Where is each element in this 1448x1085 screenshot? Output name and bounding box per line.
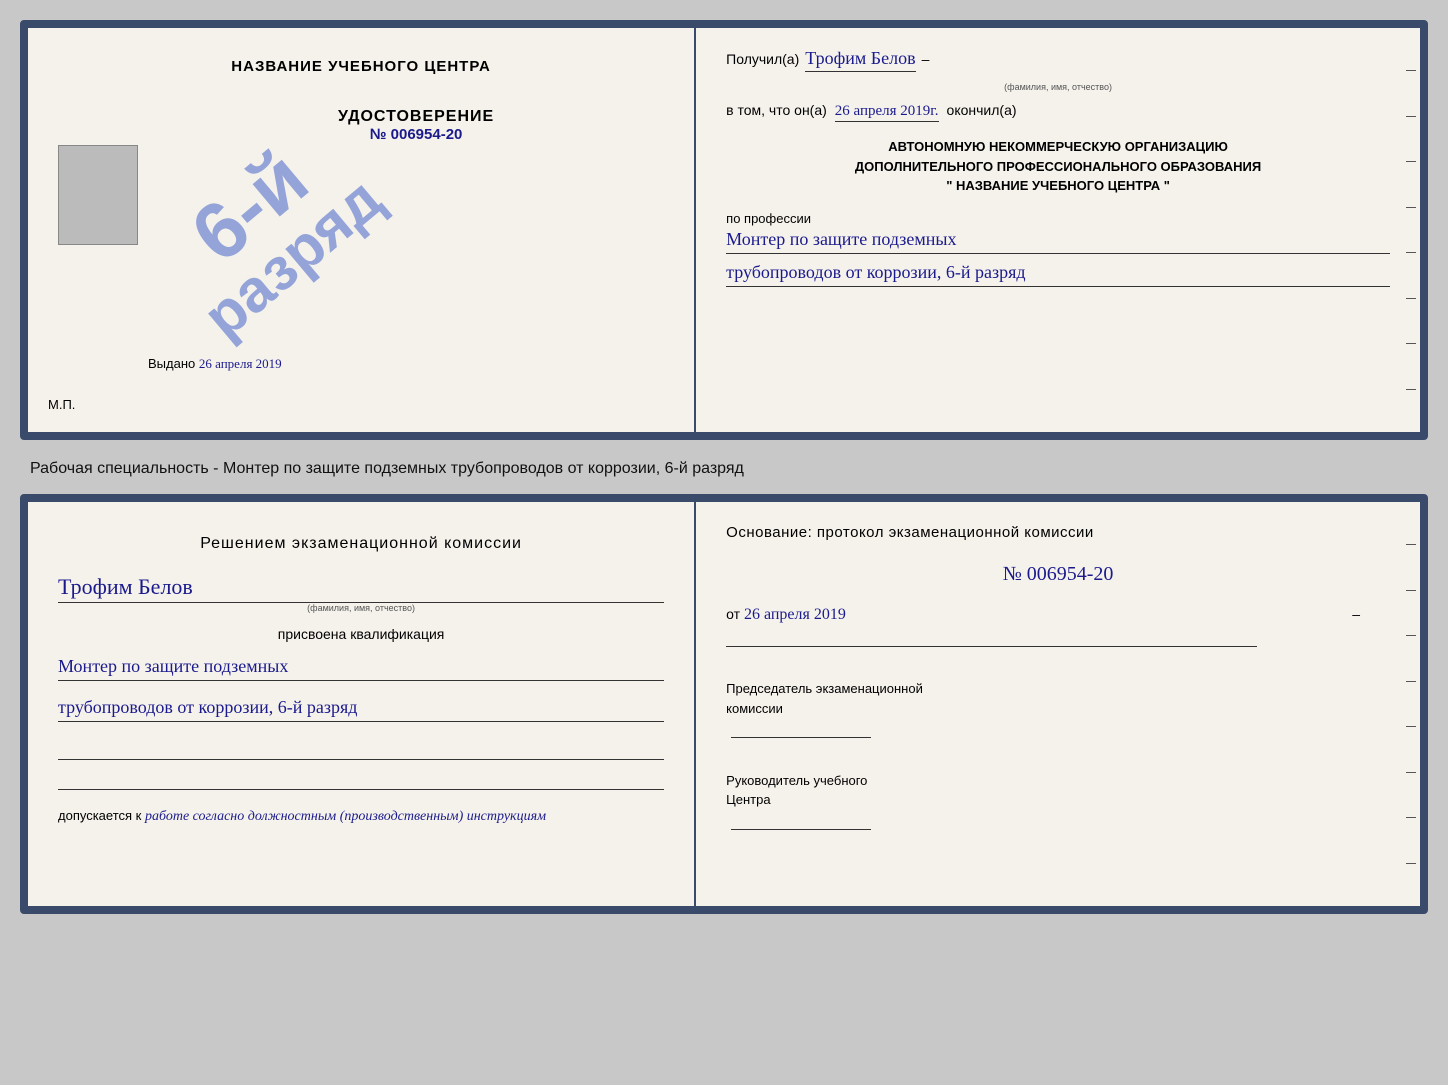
right-line bbox=[1406, 817, 1416, 818]
bottom-right-date: от 26 апреля 2019 – bbox=[726, 606, 1390, 624]
dopuskaetsya-label: допускается к bbox=[58, 808, 141, 823]
right-line bbox=[1406, 544, 1416, 545]
org-line2: ДОПОЛНИТЕЛЬНОГО ПРОФЕССИОНАЛЬНОГО ОБРАЗО… bbox=[726, 157, 1390, 177]
top-cert-right: Получил(а) Трофим Белов – (фамилия, имя,… bbox=[696, 28, 1420, 432]
right-side-lines bbox=[1402, 502, 1420, 906]
predsedatel-line2: комиссии bbox=[726, 699, 1390, 719]
recipient-caption: (фамилия, имя, отчество) bbox=[726, 82, 1390, 92]
okonchil-label: окончил(а) bbox=[947, 102, 1017, 118]
school-name-top: НАЗВАНИЕ УЧЕБНОГО ЦЕНТРА bbox=[231, 58, 491, 75]
dopusk-text: работе согласно должностным (производств… bbox=[145, 809, 546, 824]
vtom-row: в том, что он(а) 26 апреля 2019г. окончи… bbox=[726, 102, 1390, 122]
rukovoditel-line2: Центра bbox=[726, 790, 1390, 810]
ot-label: от bbox=[726, 606, 740, 622]
profession-line1: Монтер по защите подземных bbox=[726, 229, 1390, 254]
bottom-name-caption: (фамилия, имя, отчество) bbox=[58, 603, 664, 613]
profession-line2: трубопроводов от коррозии, 6-й разряд bbox=[726, 262, 1390, 287]
right-line bbox=[1406, 681, 1416, 682]
right-line bbox=[1406, 70, 1416, 71]
org-line1: АВТОНОМНУЮ НЕКОММЕРЧЕСКУЮ ОРГАНИЗАЦИЮ bbox=[726, 137, 1390, 157]
resheniyem-title: Решением экзаменационной комиссии bbox=[58, 532, 664, 556]
right-line bbox=[1406, 343, 1416, 344]
separator bbox=[726, 646, 1257, 647]
right-line bbox=[1406, 389, 1416, 390]
profession-block: по профессии Монтер по защите подземных … bbox=[726, 211, 1390, 287]
dash: – bbox=[922, 51, 930, 67]
right-line bbox=[1406, 161, 1416, 162]
bottom-cert-right: Основание: протокол экзаменационной коми… bbox=[696, 502, 1420, 906]
recipient-name: Трофим Белов bbox=[805, 48, 915, 72]
bottom-right-number: № 006954-20 bbox=[726, 563, 1390, 586]
bottom-name-block: Трофим Белов (фамилия, имя, отчество) bbox=[58, 574, 664, 613]
empty-line bbox=[58, 740, 664, 760]
vydano-label: Выдано bbox=[148, 356, 195, 371]
udostoverenie-title: УДОСТОВЕРЕНИЕ bbox=[148, 108, 684, 126]
bottom-cert-left: Решением экзаменационной комиссии Трофим… bbox=[28, 502, 696, 906]
right-line bbox=[1406, 635, 1416, 636]
between-text: Рабочая специальность - Монтер по защите… bbox=[20, 452, 1428, 482]
udostoverenie-block: УДОСТОВЕРЕНИЕ № 006954-20 bbox=[148, 108, 684, 143]
rukovoditel-block: Руководитель учебного Центра bbox=[726, 771, 1390, 836]
bottom-qual-line1: Монтер по защите подземных bbox=[58, 656, 664, 681]
vydano-date: 26 апреля 2019 bbox=[199, 356, 282, 371]
mp-block: М.П. bbox=[48, 397, 75, 412]
bottom-name-handwritten: Трофим Белов bbox=[58, 574, 664, 603]
right-edge-lines bbox=[1402, 28, 1420, 432]
right-line bbox=[1406, 590, 1416, 591]
top-certificate: НАЗВАНИЕ УЧЕБНОГО ЦЕНТРА 6-й разряд УДОС… bbox=[20, 20, 1428, 440]
predsedatel-sign-line bbox=[731, 718, 871, 738]
empty-line bbox=[58, 770, 664, 790]
right-line bbox=[1406, 252, 1416, 253]
right-line bbox=[1406, 298, 1416, 299]
right-line bbox=[1406, 726, 1416, 727]
predsedatel-block: Председатель экзаменационной комиссии bbox=[726, 679, 1390, 744]
stamp-line2: разряд bbox=[192, 165, 395, 350]
ot-date: 26 апреля 2019 bbox=[744, 606, 846, 623]
po-professii-label: по профессии bbox=[726, 211, 811, 226]
vtom-date: 26 апреля 2019г. bbox=[835, 103, 939, 122]
right-line bbox=[1406, 116, 1416, 117]
dopuskaetsya-block: допускается к работе согласно должностны… bbox=[58, 808, 664, 825]
bottom-empty-lines bbox=[58, 740, 664, 790]
right-line bbox=[1406, 207, 1416, 208]
poluchil-row: Получил(а) Трофим Белов – bbox=[726, 48, 1390, 72]
bottom-qual-line2: трубопроводов от коррозии, 6-й разряд bbox=[58, 697, 664, 722]
stamp-line1: 6-й bbox=[176, 134, 325, 279]
predsedatel-line1: Председатель экзаменационной bbox=[726, 679, 1390, 699]
udostoverenie-number: № 006954-20 bbox=[148, 126, 684, 143]
bottom-certificate: Решением экзаменационной комиссии Трофим… bbox=[20, 494, 1428, 914]
poluchil-label: Получил(а) bbox=[726, 51, 799, 67]
org-line3: " НАЗВАНИЕ УЧЕБНОГО ЦЕНТРА " bbox=[726, 176, 1390, 196]
vtom-label: в том, что он(а) bbox=[726, 102, 827, 118]
photo-placeholder bbox=[58, 145, 138, 245]
vydano-block: Выдано 26 апреля 2019 bbox=[148, 356, 282, 372]
osnovanie-title: Основание: протокол экзаменационной коми… bbox=[726, 522, 1390, 543]
right-line bbox=[1406, 772, 1416, 773]
rukovoditel-sign-line bbox=[731, 810, 871, 830]
prisvoyena-text: присвоена квалификация bbox=[58, 626, 664, 642]
top-cert-left: НАЗВАНИЕ УЧЕБНОГО ЦЕНТРА 6-й разряд УДОС… bbox=[28, 28, 696, 432]
rukovoditel-line1: Руководитель учебного bbox=[726, 771, 1390, 791]
page-container: НАЗВАНИЕ УЧЕБНОГО ЦЕНТРА 6-й разряд УДОС… bbox=[20, 20, 1428, 914]
right-line bbox=[1406, 863, 1416, 864]
org-block: АВТОНОМНУЮ НЕКОММЕРЧЕСКУЮ ОРГАНИЗАЦИЮ ДО… bbox=[726, 137, 1390, 196]
